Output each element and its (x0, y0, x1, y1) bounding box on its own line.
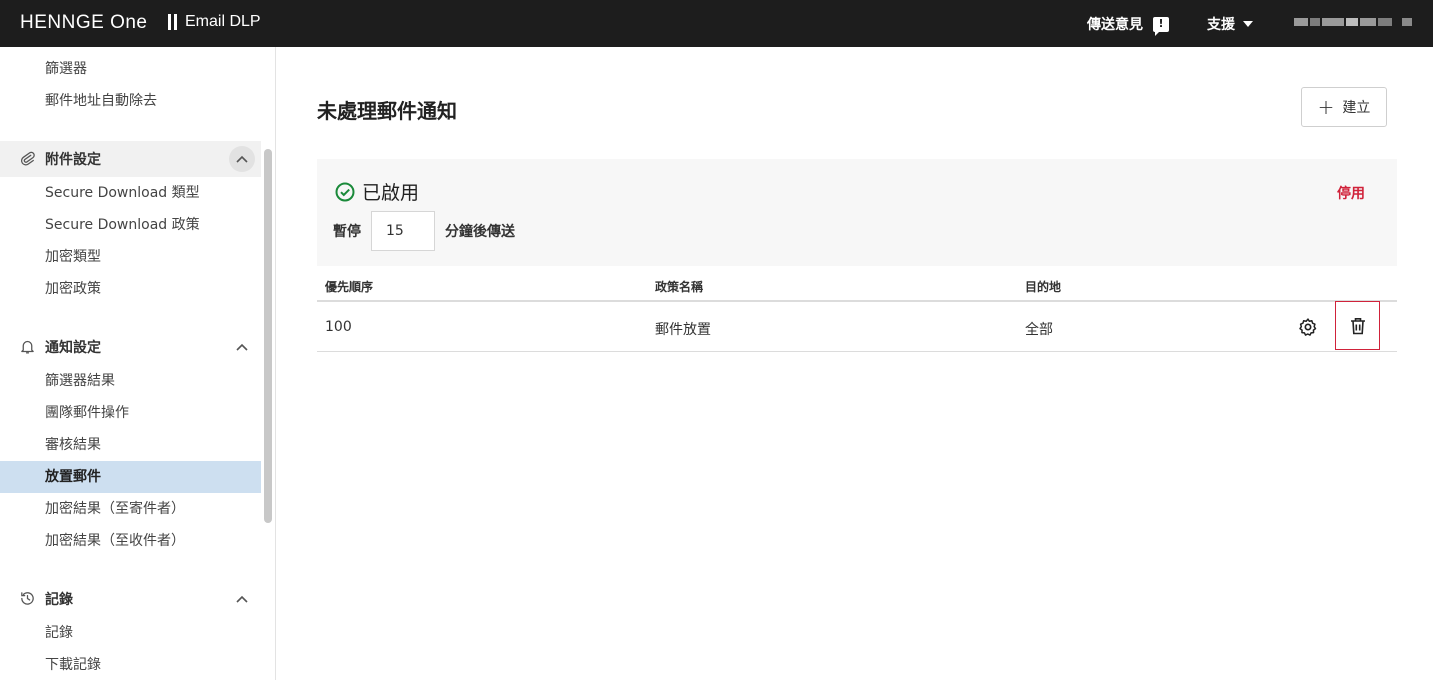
sidebar-item-encrypt-result-sender[interactable]: 加密結果（至寄件者） (45, 493, 261, 525)
column-header-destination: 目的地 (1025, 280, 1062, 294)
chevron-up-icon[interactable] (229, 334, 255, 360)
column-header-policy-name: 政策名稱 (655, 280, 704, 294)
brand-logo[interactable]: HENNGE One (20, 12, 148, 34)
sidebar-item-download-log[interactable]: 下載記錄 (45, 649, 261, 680)
sidebar-item-encrypt-policy[interactable]: 加密政策 (45, 273, 261, 305)
sidebar-item-encrypt-result-recipient[interactable]: 加密結果（至收件者） (45, 525, 261, 557)
sidebar-section-attachment[interactable]: 附件設定 (0, 141, 261, 177)
chevron-up-icon[interactable] (229, 146, 255, 172)
feedback-icon: ! (1153, 16, 1169, 36)
sidebar-item-team-mail[interactable]: 團隊郵件操作 (45, 397, 261, 429)
caret-down-icon (1243, 21, 1253, 27)
status-indicator: 已啟用 (335, 178, 419, 205)
sidebar-section-label: 附件設定 (45, 152, 101, 168)
pause-minutes-input[interactable]: 15 (371, 211, 435, 251)
support-label: 支援 (1207, 17, 1235, 33)
pause-setting: 暫停 15 分鐘後傳送 (333, 211, 515, 251)
feedback-label: 傳送意見 (1087, 17, 1143, 33)
sidebar-scrollbar[interactable] (264, 149, 272, 523)
product-logo-icon (168, 14, 177, 30)
disable-button[interactable]: 停用 (1337, 183, 1365, 203)
sidebar-item-held-mail[interactable]: 放置郵件 (0, 461, 261, 493)
table-header: 優先順序 政策名稱 目的地 (317, 271, 1397, 302)
support-menu[interactable]: 支援 (1207, 14, 1253, 34)
table-row: 100 郵件放置 全部 (317, 301, 1397, 352)
feedback-button[interactable]: 傳送意見 ! (1087, 14, 1169, 36)
gear-icon[interactable] (1298, 317, 1318, 337)
create-button[interactable]: + 建立 (1301, 87, 1387, 127)
sidebar-item-address-removal[interactable]: 郵件地址自動除去 (45, 85, 261, 117)
create-label: 建立 (1342, 100, 1371, 116)
page-title: 未處理郵件通知 (317, 99, 457, 123)
sidebar-section-label: 記錄 (45, 592, 73, 608)
sidebar-item-filter[interactable]: 篩選器 (45, 53, 261, 85)
cell-priority: 100 (325, 319, 352, 335)
sidebar-item-log[interactable]: 記錄 (45, 617, 261, 649)
status-label: 已啟用 (362, 182, 420, 204)
product-label: Email DLP (185, 13, 261, 30)
sidebar-section-label: 通知設定 (45, 340, 101, 356)
sidebar-item-sd-policy[interactable]: Secure Download 政策 (45, 209, 261, 241)
bell-icon (21, 340, 34, 354)
sidebar-item-encrypt-type[interactable]: 加密類型 (45, 241, 261, 273)
pause-prefix: 暫停 (333, 224, 361, 240)
sidebar-section-log[interactable]: 記錄 (0, 581, 261, 617)
sidebar-section-notification[interactable]: 通知設定 (0, 329, 261, 365)
user-menu[interactable] (1294, 18, 1412, 26)
sidebar-item-sd-type[interactable]: Secure Download 類型 (45, 177, 261, 209)
pause-suffix: 分鐘後傳送 (445, 224, 515, 240)
cell-destination: 全部 (1025, 322, 1053, 338)
top-bar: HENNGE One Email DLP 傳送意見 ! 支援 (0, 0, 1433, 47)
column-header-priority: 優先順序 (325, 280, 374, 294)
chevron-up-icon[interactable] (229, 586, 255, 612)
status-panel: 已啟用 停用 暫停 15 分鐘後傳送 (317, 159, 1397, 266)
cell-policy-name: 郵件放置 (655, 322, 711, 338)
product-name[interactable]: Email DLP (168, 13, 261, 31)
delete-button[interactable] (1335, 301, 1380, 350)
sidebar: 篩選器 郵件地址自動除去 附件設定 Secure Download 類型 Sec… (0, 47, 276, 680)
trash-icon (1350, 317, 1365, 334)
paperclip-icon (21, 151, 35, 166)
sidebar-item-review-result[interactable]: 審核結果 (45, 429, 261, 461)
sidebar-item-filter-result[interactable]: 篩選器結果 (45, 365, 261, 397)
history-icon (21, 592, 34, 605)
check-circle-icon (335, 182, 355, 201)
plus-icon: + (1317, 95, 1335, 119)
